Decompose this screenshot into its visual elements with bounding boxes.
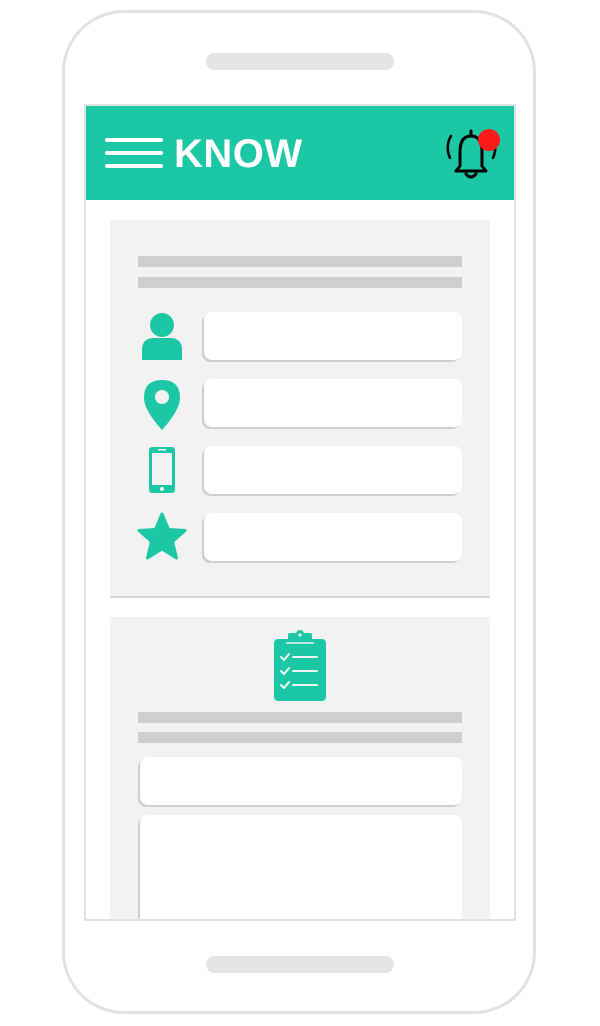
hamburger-menu-icon[interactable] bbox=[105, 138, 163, 170]
task-notes-textarea[interactable] bbox=[140, 815, 462, 919]
phone-home-bar bbox=[206, 956, 394, 973]
user-icon bbox=[134, 308, 190, 364]
name-field[interactable] bbox=[204, 312, 462, 360]
task-title-field[interactable] bbox=[140, 757, 462, 805]
phone-speaker bbox=[206, 53, 394, 70]
location-field[interactable] bbox=[204, 379, 462, 427]
placeholder-text-line bbox=[138, 277, 462, 288]
placeholder-text-line bbox=[138, 712, 462, 723]
phone-number-field[interactable] bbox=[204, 446, 462, 494]
placeholder-text-line bbox=[138, 256, 462, 267]
location-pin-icon bbox=[134, 376, 190, 432]
clipboard-checklist-icon bbox=[270, 629, 330, 703]
bell-icon[interactable] bbox=[442, 126, 504, 182]
app-title: KNOW bbox=[174, 132, 303, 176]
mobile-phone-icon bbox=[134, 444, 190, 500]
notification-badge bbox=[478, 129, 500, 151]
phone-screen: KNOW bbox=[84, 104, 516, 921]
favorite-field[interactable] bbox=[204, 513, 462, 561]
star-icon bbox=[134, 510, 190, 566]
task-card bbox=[110, 617, 490, 919]
profile-card bbox=[110, 220, 490, 598]
app-header: KNOW bbox=[86, 106, 514, 200]
placeholder-text-line bbox=[138, 732, 462, 743]
